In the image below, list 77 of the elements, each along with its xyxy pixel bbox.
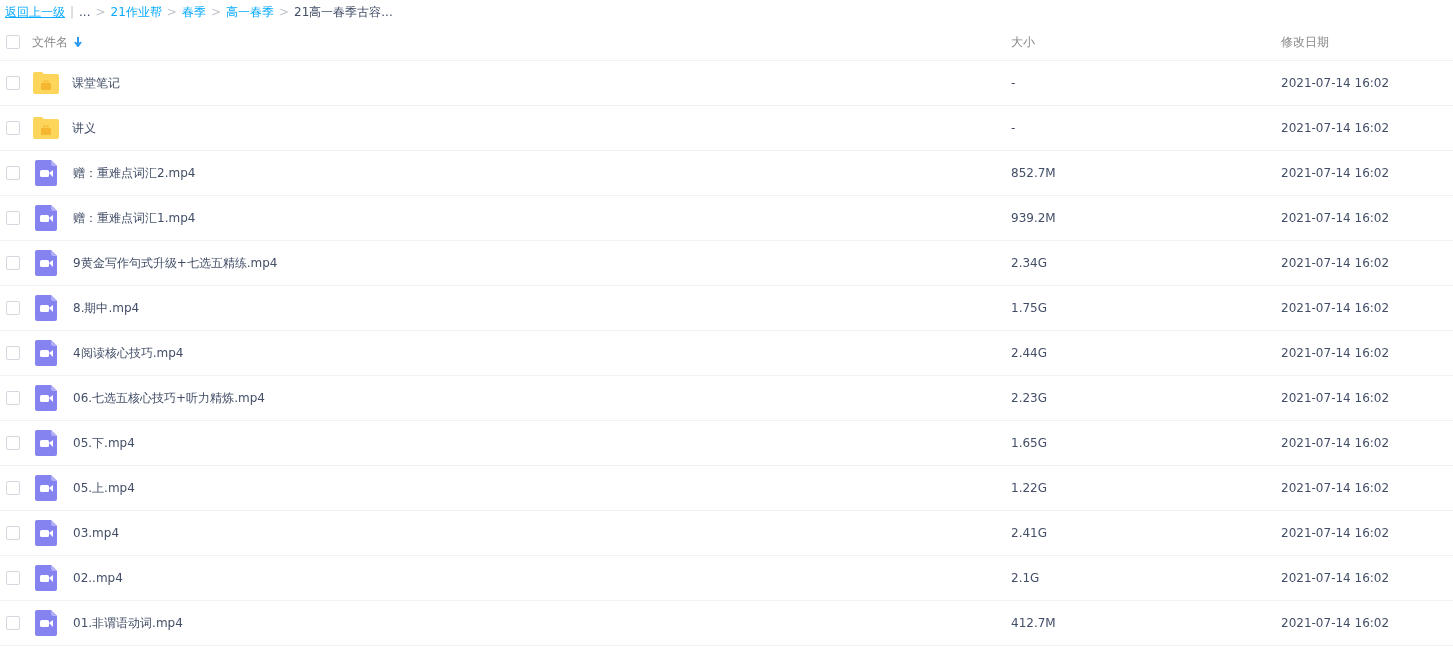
file-name[interactable]: 05.下.mp4 [73, 434, 135, 452]
row-checkbox[interactable] [6, 301, 20, 315]
video-file-icon [35, 340, 57, 366]
row-checkbox[interactable] [6, 166, 20, 180]
file-name[interactable]: 06.七选五核心技巧+听力精炼.mp4 [73, 389, 265, 407]
file-size: 852.7M [1011, 166, 1057, 180]
modified-date: 2021-07-14 16:02 [1281, 166, 1390, 180]
row-checkbox[interactable] [6, 481, 20, 495]
modified-date: 2021-07-14 16:02 [1281, 481, 1390, 495]
column-header[interactable]: 大小 [1011, 33, 1281, 51]
row-checkbox[interactable] [6, 211, 20, 225]
sort-arrow-icon[interactable] [74, 37, 82, 47]
modified-date: 2021-07-14 16:02 [1281, 346, 1390, 360]
file-name[interactable]: 课堂笔记 [72, 74, 120, 92]
breadcrumb-separator: > [278, 5, 290, 19]
row-checkbox[interactable] [6, 526, 20, 540]
file-size: 1.75G [1011, 301, 1049, 315]
video-file-icon [35, 205, 57, 231]
file-size: 412.7M [1011, 616, 1057, 630]
file-name[interactable]: 讲义 [72, 119, 96, 137]
file-name[interactable]: 赠：重难点词汇1.mp4 [73, 209, 196, 227]
modified-date: 2021-07-14 16:02 [1281, 391, 1390, 405]
row-checkbox[interactable] [6, 436, 20, 450]
file-size: 2.34G [1011, 256, 1049, 270]
file-size: - [1011, 76, 1017, 90]
file-name[interactable]: 01.非谓语动词.mp4 [73, 614, 183, 632]
select-all-checkbox[interactable] [6, 35, 20, 49]
row-checkbox[interactable] [6, 76, 20, 90]
breadcrumb-item: 21高一春季古容... [294, 3, 393, 21]
modified-date: 2021-07-14 16:02 [1281, 571, 1390, 585]
breadcrumb-separator: > [166, 5, 177, 19]
file-name[interactable]: 02..mp4 [73, 571, 123, 585]
modified-date: 2021-07-14 16:02 [1281, 526, 1390, 540]
file-name[interactable]: 4阅读核心技巧.mp4 [73, 344, 184, 362]
row-checkbox[interactable] [6, 391, 20, 405]
modified-date: 2021-07-14 16:02 [1281, 301, 1390, 315]
video-file-icon [35, 520, 57, 546]
column-header[interactable]: 文件名 [32, 33, 68, 51]
breadcrumb-separator: > [95, 5, 106, 19]
row-checkbox[interactable] [6, 616, 20, 630]
file-size: 2.23G [1011, 391, 1049, 405]
file-size: 1.65G [1011, 436, 1049, 450]
file-size: 2.1G [1011, 571, 1041, 585]
file-name[interactable]: 赠：重难点词汇2.mp4 [73, 164, 196, 182]
breadcrumb-separator: > [210, 5, 221, 19]
row-checkbox[interactable] [6, 256, 20, 270]
file-name[interactable]: 05.上.mp4 [73, 479, 135, 497]
row-checkbox[interactable] [6, 121, 20, 135]
file-size: 2.44G [1011, 346, 1049, 360]
modified-date: 2021-07-14 16:02 [1281, 121, 1390, 135]
video-file-icon [35, 250, 57, 276]
file-name[interactable]: 9黄金写作句式升级+七选五精练.mp4 [73, 254, 278, 272]
file-size: 939.2M [1011, 211, 1057, 225]
modified-date: 2021-07-14 16:02 [1281, 211, 1390, 225]
breadcrumb-divider: | [70, 5, 75, 19]
file-name[interactable]: 03.mp4 [73, 526, 120, 540]
modified-date: 2021-07-14 16:02 [1281, 256, 1390, 270]
column-header[interactable]: 修改日期 [1281, 33, 1329, 51]
modified-date: 2021-07-14 16:02 [1281, 616, 1390, 630]
folder-icon [33, 72, 59, 94]
modified-date: 2021-07-14 16:02 [1281, 76, 1390, 90]
folder-icon [33, 117, 59, 139]
file-size: 1.22G [1011, 481, 1049, 495]
row-checkbox[interactable] [6, 571, 20, 585]
video-file-icon [35, 160, 57, 186]
video-file-icon [35, 430, 57, 456]
video-file-icon [35, 385, 57, 411]
file-size: 2.41G [1011, 526, 1049, 540]
video-file-icon [35, 475, 57, 501]
row-checkbox[interactable] [6, 346, 20, 360]
video-file-icon [35, 565, 57, 591]
file-name[interactable]: 8.期中.mp4 [73, 299, 140, 317]
video-file-icon [35, 295, 57, 321]
video-file-icon [35, 610, 57, 636]
modified-date: 2021-07-14 16:02 [1281, 436, 1390, 450]
breadcrumb-item: ... [79, 5, 91, 19]
file-size: - [1011, 121, 1017, 135]
